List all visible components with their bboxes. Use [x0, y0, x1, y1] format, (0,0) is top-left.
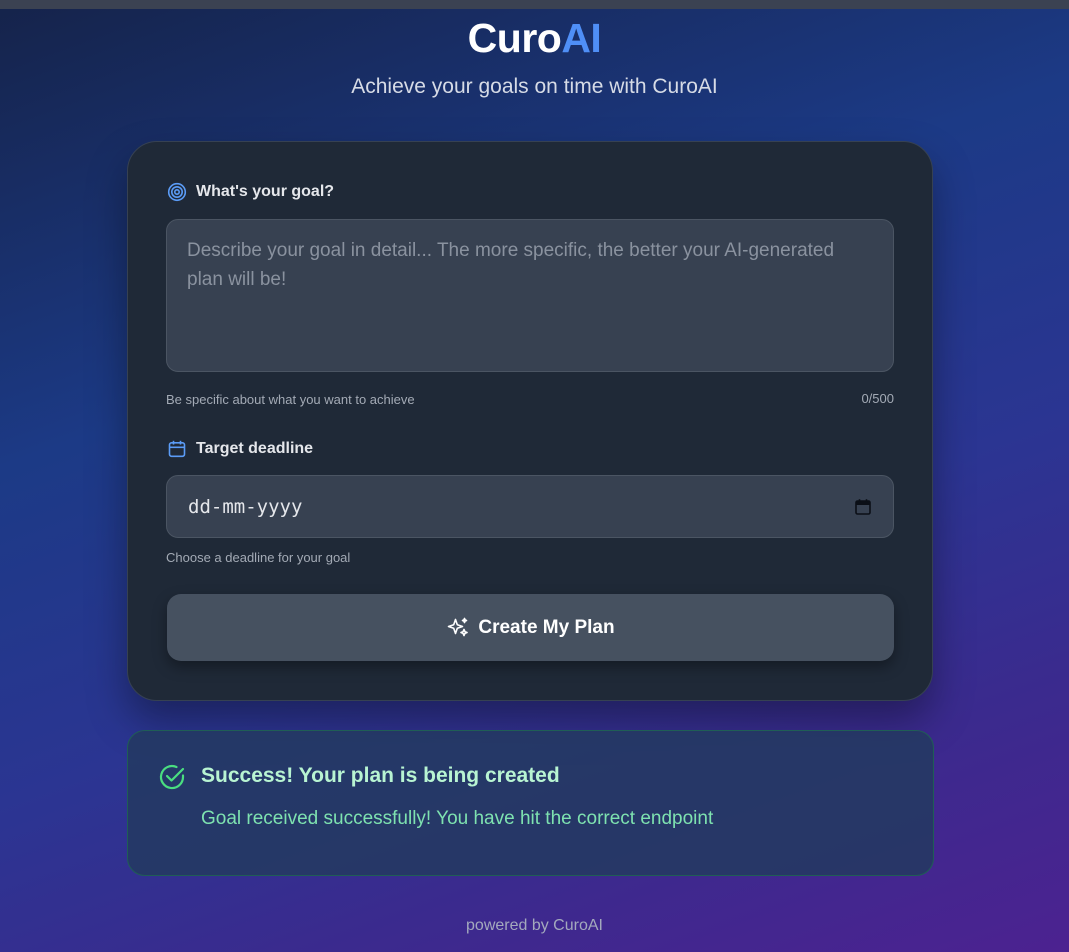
char-counter: 0/500: [861, 391, 894, 406]
check-circle-icon: [158, 763, 186, 791]
deadline-placeholder: dd-mm-yyyy: [188, 495, 303, 518]
footer-powered-by: powered by CuroAI: [466, 917, 603, 934]
brand-name-part1: Curo: [467, 15, 562, 61]
target-icon: [167, 182, 187, 202]
create-plan-button[interactable]: Create My Plan: [167, 594, 894, 661]
goal-label-text: What's your goal?: [196, 183, 335, 200]
tagline: Achieve your goals on time with CuroAI: [351, 75, 718, 98]
deadline-label-text: Target deadline: [196, 440, 314, 457]
deadline-date-input[interactable]: dd-mm-yyyy: [166, 475, 894, 538]
goal-textarea[interactable]: Describe your goal in detail... The more…: [166, 219, 894, 372]
deadline-hint: Choose a deadline for your goal: [166, 550, 351, 565]
success-message: Goal received successfully! You have hit…: [201, 808, 714, 829]
success-alert: Success! Your plan is being created Goal…: [127, 730, 934, 876]
brand-logo: CuroAI: [0, 14, 1069, 62]
goal-label: What's your goal?: [167, 182, 334, 202]
sparkles-icon: [446, 616, 470, 640]
browser-top-bar: [0, 0, 1069, 9]
date-picker-calendar-icon[interactable]: [854, 498, 872, 516]
brand-name-part2: AI: [561, 15, 602, 61]
calendar-icon: [167, 439, 187, 459]
success-title: Success! Your plan is being created: [201, 764, 560, 787]
goal-form-card: What's your goal? Describe your goal in …: [127, 141, 933, 701]
goal-textarea-placeholder: Describe your goal in detail... The more…: [187, 240, 835, 290]
create-plan-label: Create My Plan: [478, 616, 615, 638]
goal-hint: Be specific about what you want to achie…: [166, 392, 415, 407]
deadline-label: Target deadline: [167, 439, 313, 459]
